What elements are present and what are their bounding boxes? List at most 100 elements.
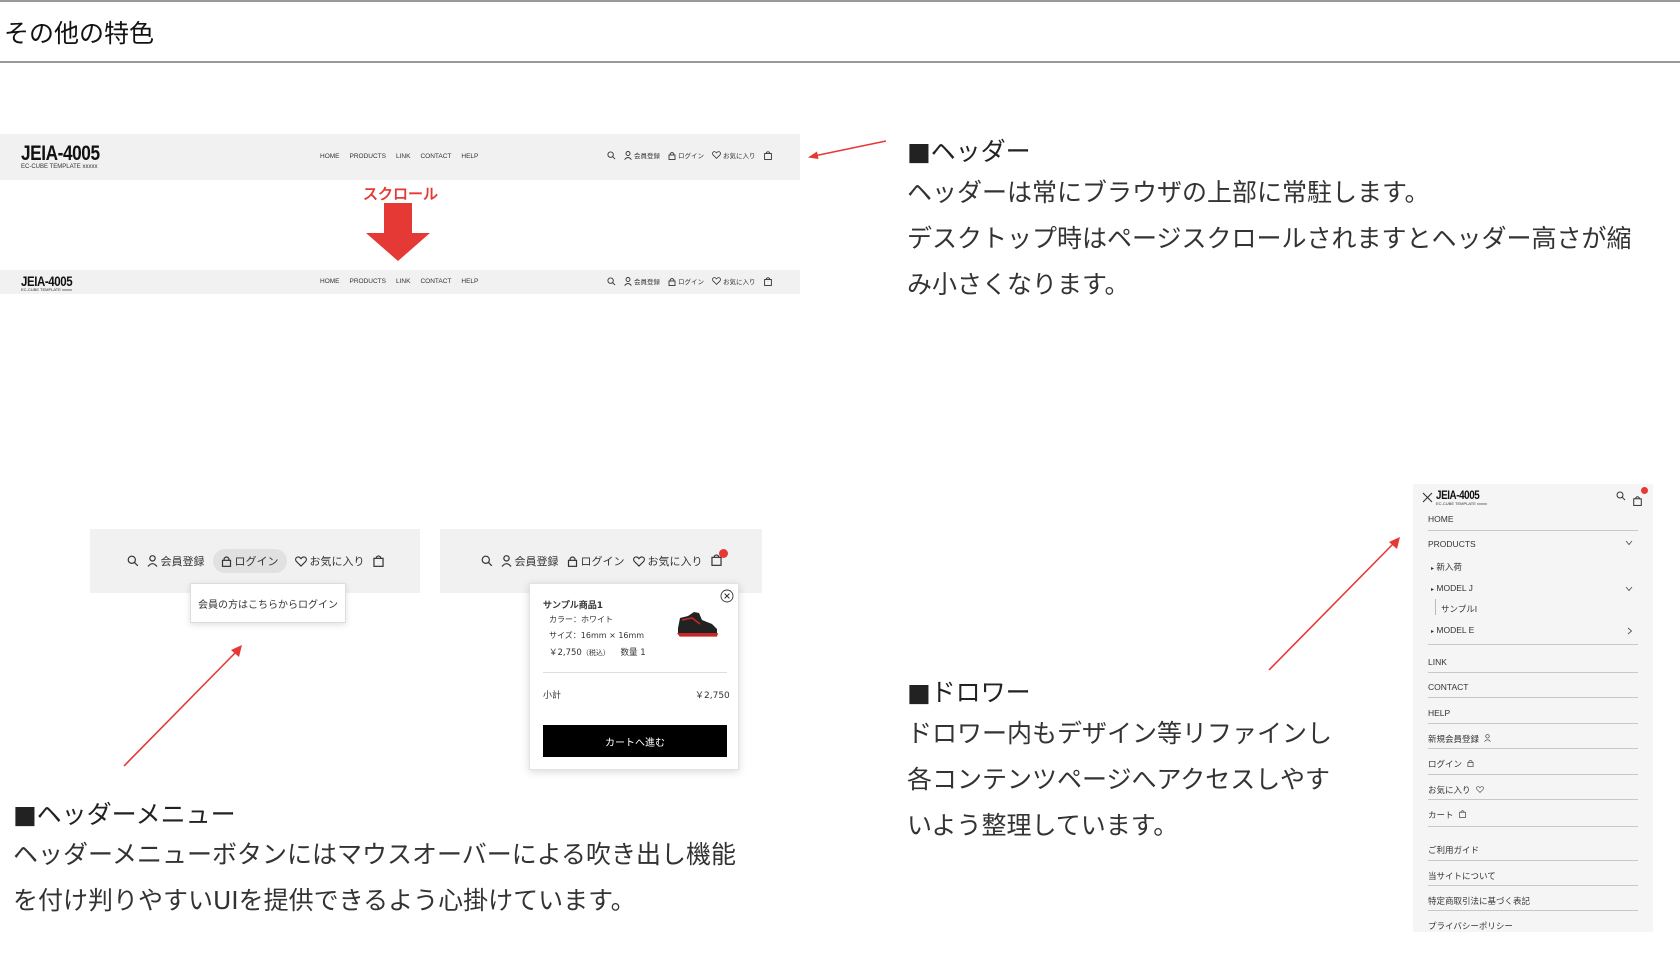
pointer-arrow-header: [808, 140, 887, 159]
proceed-to-cart-button[interactable]: カートへ進む: [543, 725, 727, 757]
drawer-item-register[interactable]: 新規会員登録: [1428, 733, 1638, 745]
close-icon[interactable]: [720, 589, 734, 603]
drawer-item-login-label: ログイン: [1428, 759, 1463, 769]
cart-product-name: サンプル商品1: [543, 601, 603, 611]
drawer-subitem-model-e-label: MODEL E: [1436, 625, 1475, 635]
header-annotation-body: ヘッダーは常にブラウザの上部に常駐します。 デスクトップ時はページスクロールされ…: [907, 170, 1632, 308]
drawer-subitem-model-j[interactable]: ▸ MODEL J: [1431, 583, 1641, 593]
cart-bag-icon[interactable]: [763, 276, 772, 286]
chevron-down-icon[interactable]: [1625, 540, 1633, 546]
login-label: ログイン: [580, 555, 625, 568]
header-nav: HOME PRODUCTS LINK CONTACT HELP: [320, 153, 478, 160]
drawer-divider: [1428, 799, 1638, 800]
login-button-hover[interactable]: ログイン: [212, 549, 287, 573]
drawer-divider: [1428, 826, 1638, 827]
favorite-link[interactable]: お気に入り: [294, 553, 365, 569]
menu-annotation-line: を付け判りやすいUIを提供できるよう心掛けています。: [13, 886, 636, 915]
cart-product-size: サイズ：16mm × 16mm: [549, 631, 645, 640]
subtotal-label: 小計: [543, 691, 562, 701]
search-icon[interactable]: [607, 276, 616, 286]
nav-products[interactable]: PRODUCTS: [350, 153, 386, 160]
menu-annotation-body: ヘッダーメニューボタンにはマウスオーバーによる吹き出し機能 を付け判りやすいUI…: [13, 832, 736, 924]
drawer-divider: [1428, 672, 1638, 673]
favorite-link[interactable]: お気に入り: [632, 553, 703, 569]
search-icon[interactable]: [1616, 491, 1626, 501]
cart-button[interactable]: [1633, 487, 1648, 506]
drawer-item-login[interactable]: ログイン: [1428, 758, 1638, 770]
nav-contact[interactable]: CONTACT: [420, 153, 451, 160]
header-annotation-line: デスクトップ時はページスクロールされますとヘッダー高さが縮: [907, 224, 1632, 253]
drawer-item-guide[interactable]: ご利用ガイド: [1428, 844, 1638, 856]
nav-help[interactable]: HELP: [461, 153, 478, 160]
login-link[interactable]: ログイン: [668, 276, 704, 286]
cart-count-badge: [718, 548, 728, 558]
drawer-divider: [1428, 860, 1638, 861]
bullet-icon: ▸: [1431, 629, 1435, 635]
drawer-divider: [1428, 697, 1638, 698]
nav-home[interactable]: HOME: [320, 278, 340, 285]
login-link[interactable]: ログイン: [567, 553, 625, 569]
drawer-subitem-model-j-label: MODEL J: [1436, 583, 1473, 593]
bullet-icon: ▸: [1431, 566, 1435, 572]
cart-product-color: カラー：ホワイト: [549, 615, 613, 624]
user-icon: [1484, 734, 1492, 742]
drawer-subitem-model-e[interactable]: ▸ MODEL E: [1431, 625, 1641, 635]
favorite-link[interactable]: お気に入り: [712, 276, 756, 286]
drawer-item-cart-label: カート: [1428, 810, 1454, 820]
header-utility: 会員登録 ログイン お気に入り: [607, 150, 772, 160]
lock-icon: [567, 556, 577, 567]
drawer-item-law[interactable]: 特定商取引法に基づく表記: [1428, 895, 1638, 907]
compact-logo-sub: EC-CUBE TEMPLATE xxxxx: [21, 287, 72, 292]
drawer-subitem-sample[interactable]: サンプルI: [1441, 603, 1651, 615]
drawer-item-products[interactable]: PRODUCTS: [1428, 539, 1638, 549]
lock-icon: [1467, 759, 1474, 767]
drawer-item-link[interactable]: LINK: [1428, 657, 1638, 667]
favorite-label: お気に入り: [647, 555, 703, 568]
register-link[interactable]: 会員登録: [624, 150, 660, 160]
cart-button[interactable]: [710, 548, 728, 569]
search-icon[interactable]: [127, 555, 139, 567]
price-value: ￥2,750: [549, 648, 582, 658]
nav-products[interactable]: PRODUCTS: [350, 278, 386, 285]
drawer-divider: [1428, 644, 1638, 645]
drawer-item-help[interactable]: HELP: [1428, 708, 1638, 718]
drawer-subitem-new[interactable]: ▸ 新入荷: [1431, 561, 1641, 573]
nav-home[interactable]: HOME: [320, 153, 340, 160]
drawer-subitem-new-label: 新入荷: [1436, 562, 1462, 572]
nested-indent-line: [1435, 599, 1436, 615]
drawer-item-about[interactable]: 当サイトについて: [1428, 870, 1638, 882]
scroll-label: スクロール: [363, 186, 439, 203]
nav-link[interactable]: LINK: [396, 278, 410, 285]
user-icon: [147, 555, 157, 567]
register-link[interactable]: 会員登録: [147, 553, 205, 569]
drawer-annotation-line: ドロワー内もデザイン等リファインし: [907, 719, 1333, 748]
chevron-right-icon[interactable]: [1627, 627, 1633, 635]
chevron-down-icon[interactable]: [1625, 586, 1633, 592]
register-link[interactable]: 会員登録: [501, 553, 559, 569]
nav-help[interactable]: HELP: [461, 278, 478, 285]
tax-note: （税込）: [581, 649, 610, 657]
drawer-divider: [1428, 910, 1638, 911]
search-icon[interactable]: [481, 555, 493, 567]
register-link[interactable]: 会員登録: [624, 276, 660, 286]
favorite-label: お気に入り: [309, 555, 365, 568]
cart-bag-icon[interactable]: [372, 555, 384, 567]
search-icon[interactable]: [607, 150, 616, 160]
lock-icon: [221, 556, 231, 567]
register-label: 会員登録: [160, 555, 205, 568]
drawer-item-home[interactable]: HOME: [1428, 514, 1638, 524]
drawer-item-privacy[interactable]: プライバシーポリシー: [1428, 920, 1638, 932]
user-icon: [501, 555, 511, 567]
drawer-annotation-body: ドロワー内もデザイン等リファインし 各コンテンツページへアクセスしやす いよう整…: [907, 711, 1332, 849]
login-link[interactable]: ログイン: [668, 150, 704, 160]
sneaker-product-image: [677, 612, 718, 638]
cart-bag-icon[interactable]: [763, 150, 772, 160]
nav-contact[interactable]: CONTACT: [420, 278, 451, 285]
drawer-item-favorite-label: お気に入り: [1428, 785, 1471, 795]
drawer-item-contact[interactable]: CONTACT: [1428, 682, 1638, 692]
favorite-link[interactable]: お気に入り: [712, 150, 756, 160]
nav-link[interactable]: LINK: [396, 153, 410, 160]
drawer-item-favorite[interactable]: お気に入り: [1428, 784, 1638, 796]
drawer-item-cart[interactable]: カート: [1428, 809, 1638, 821]
close-icon[interactable]: [1422, 492, 1433, 503]
